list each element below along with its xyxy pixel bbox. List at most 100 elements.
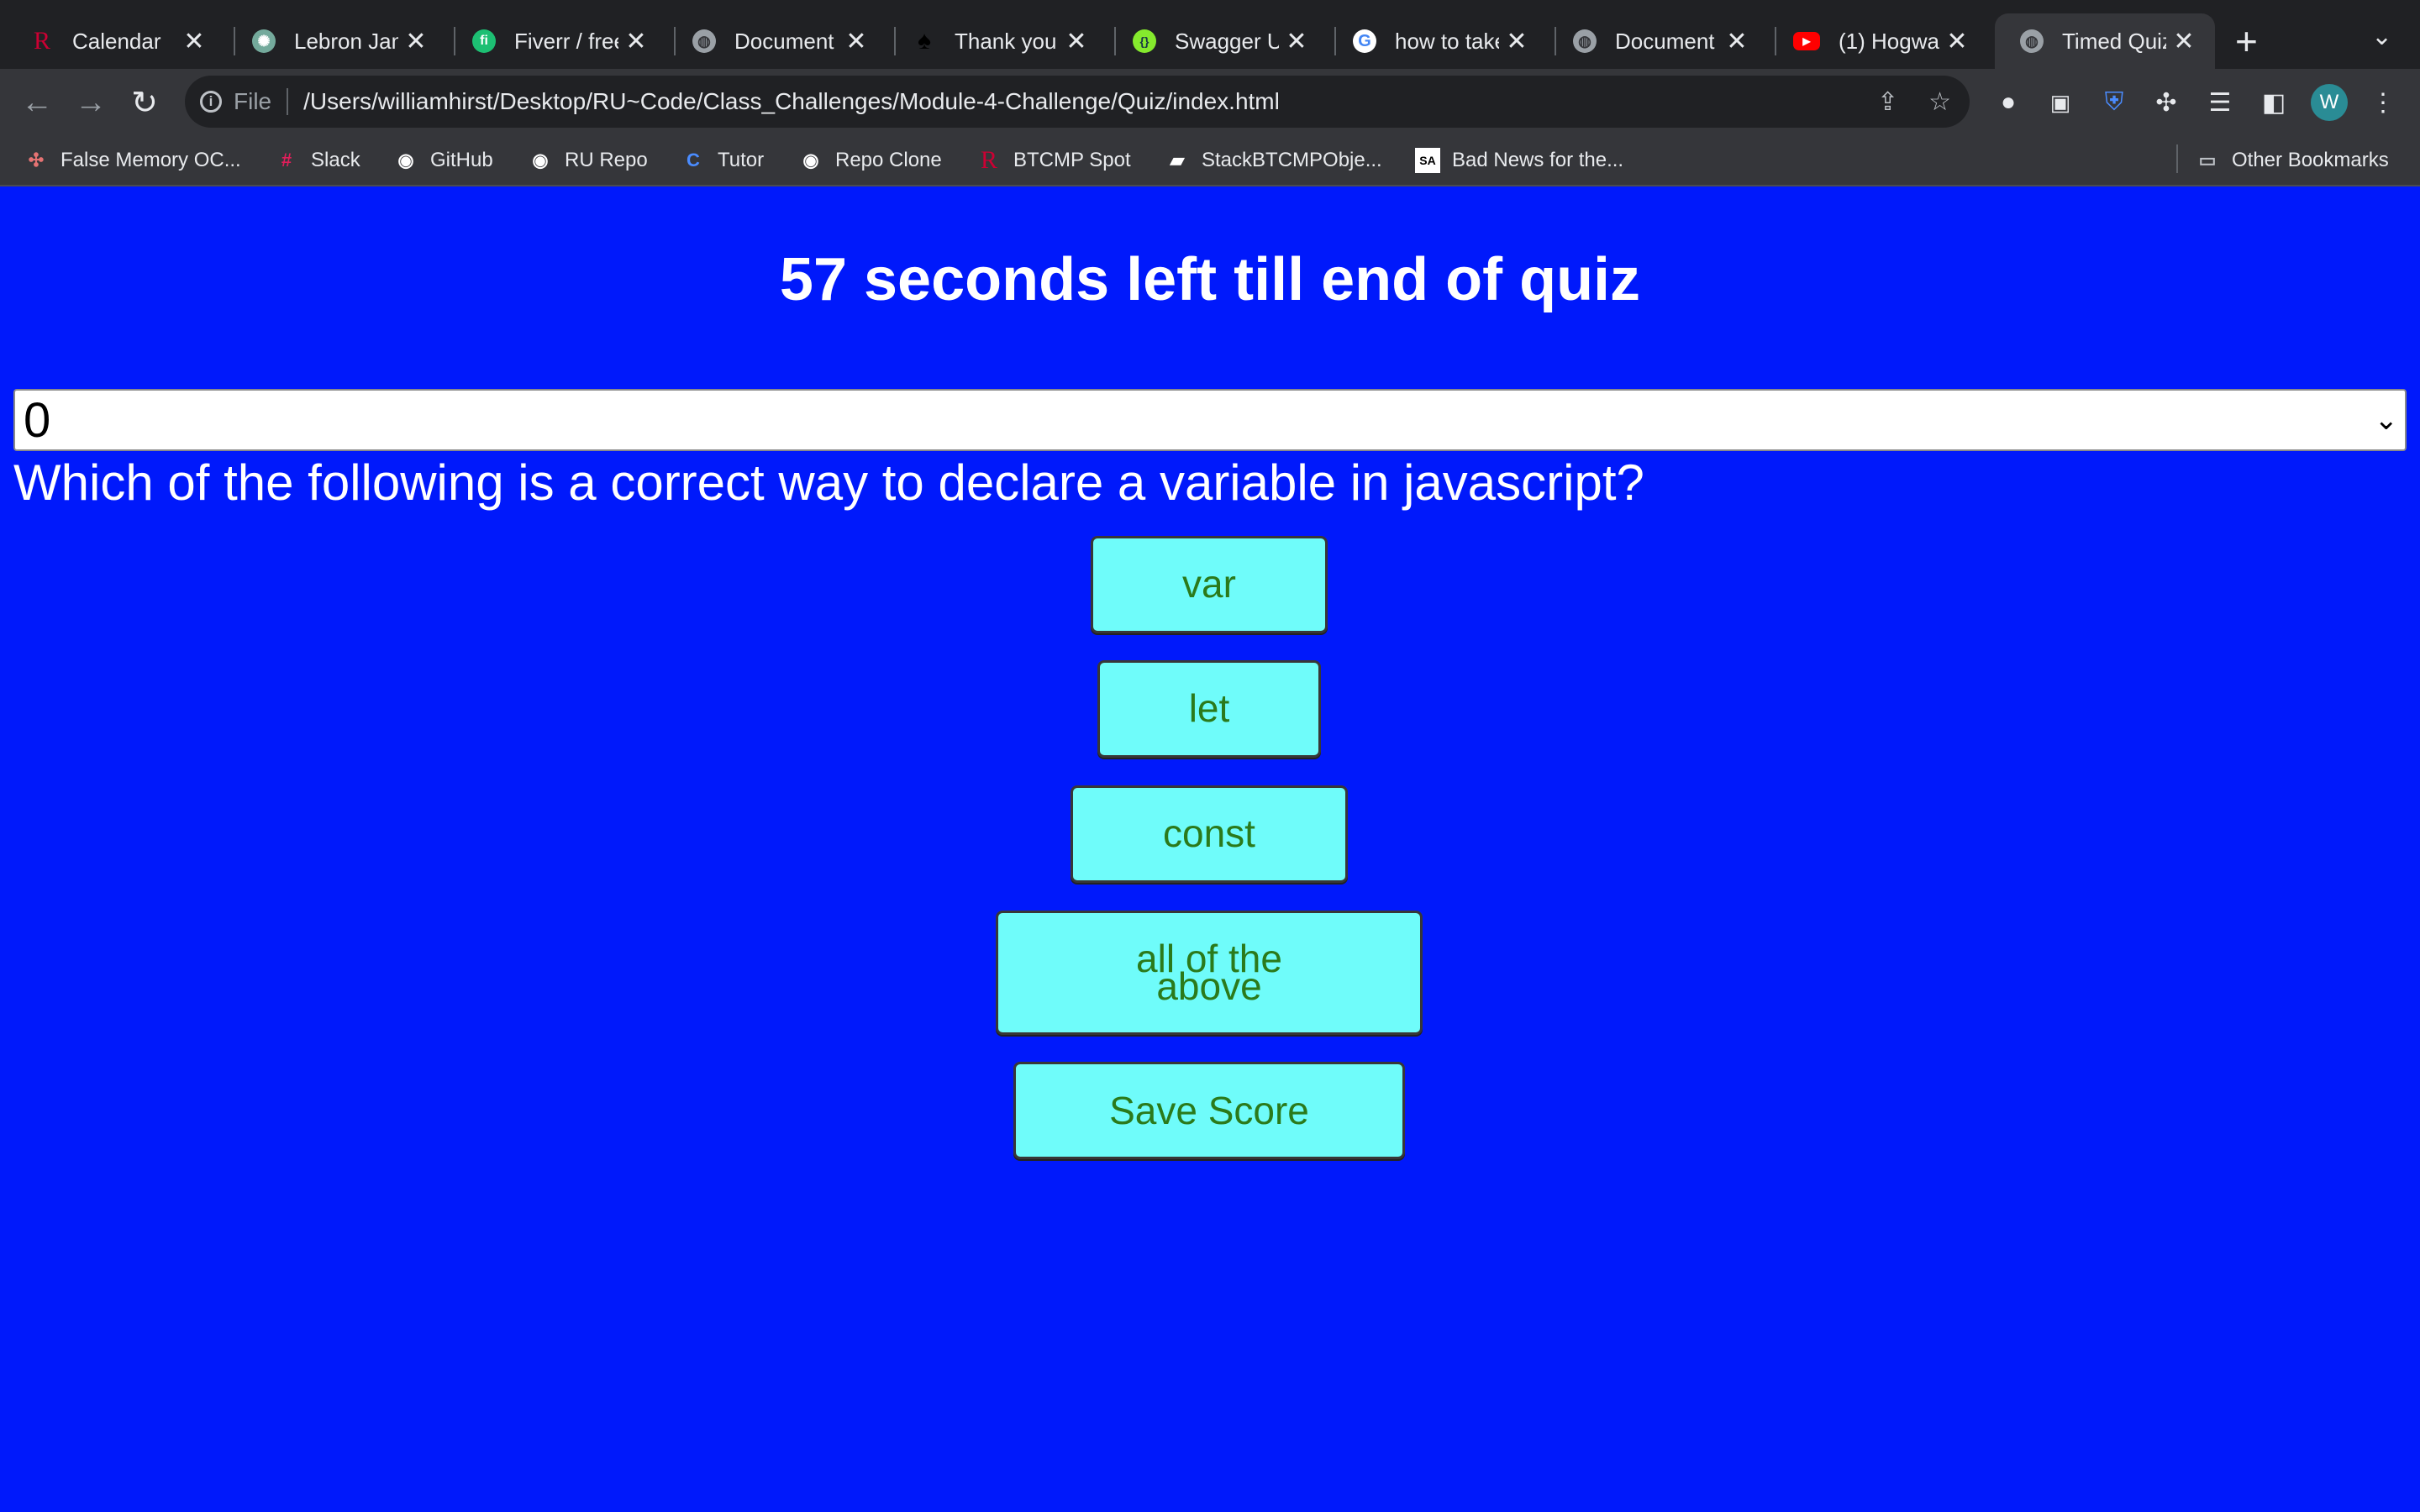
timer-heading: 57 seconds left till end of quiz (779, 246, 1641, 313)
bookmark-label: Tutor (718, 149, 765, 171)
bookmark-item[interactable]: SA Bad News for the... (1415, 144, 1623, 176)
rutgers-r-icon: R (980, 146, 997, 174)
chevron-down-icon[interactable]: ⌄ (2371, 22, 2392, 51)
close-icon[interactable]: ✕ (845, 27, 867, 56)
close-icon[interactable]: ✕ (183, 27, 205, 56)
globe-icon: ◍ (1573, 29, 1597, 53)
globe-icon: ◍ (692, 29, 716, 53)
browser-tab[interactable]: ♠ Thank you f ✕ (887, 13, 1107, 69)
bookmark-item[interactable]: # Slack (274, 144, 360, 176)
tab-title: Fiverr / free (514, 28, 618, 54)
tutor-icon: C (687, 150, 700, 171)
close-icon[interactable]: ✕ (625, 27, 647, 56)
bookmark-item[interactable]: R BTCMP Spot (976, 144, 1131, 176)
bookmark-label: Bad News for the... (1452, 149, 1624, 171)
side-panel-icon[interactable]: ◧ (2257, 86, 2291, 119)
close-icon[interactable]: ✕ (1726, 27, 1748, 56)
google-icon: G (1353, 29, 1376, 53)
tab-title: Swagger UI (1175, 28, 1279, 54)
browser-tab[interactable]: ✺ Lebron Jam ✕ (227, 13, 447, 69)
new-tab-button[interactable]: + (2235, 18, 2258, 64)
browser-toolbar: ← → ↻ i File /Users/williamhirst/Desktop… (0, 69, 2420, 134)
browser-tab[interactable]: ◍ Document ✕ (667, 13, 887, 69)
chatgpt-icon: ✺ (252, 29, 276, 53)
browser-tab-active[interactable]: ◍ Timed Quiz ✕ (1995, 13, 2215, 69)
bookmark-item[interactable]: ✣ False Memory OC... (24, 144, 241, 176)
puzzle-icon[interactable]: ✣ (2149, 86, 2183, 119)
bookmark-label: False Memory OC... (60, 149, 241, 171)
bitwarden-shield-icon[interactable]: ⛨ (2097, 86, 2131, 119)
extension-k-icon[interactable]: ▣ (2044, 86, 2077, 119)
tab-title: Document (1615, 28, 1715, 54)
bookmark-label: Other Bookmarks (2232, 149, 2389, 171)
close-icon[interactable]: ✕ (405, 27, 427, 56)
score-select[interactable]: 0 ⌄ (13, 389, 2407, 451)
book-icon: ▰ (1170, 150, 1185, 171)
bookmark-star-icon[interactable]: ☆ (1928, 87, 1951, 117)
browser-tab-strip: R Calendar ✕ ✺ Lebron Jam ✕ fi Fiverr / … (0, 0, 2420, 69)
mushroom-icon: ♠ (918, 27, 931, 55)
chevron-down-icon: ⌄ (2374, 404, 2399, 436)
reload-icon[interactable]: ↻ (126, 84, 163, 121)
question-text: Which of the following is a correct way … (13, 454, 1644, 511)
folder-icon: ▭ (2198, 150, 2217, 171)
browser-tab[interactable]: ◍ Document ✕ (1548, 13, 1768, 69)
divider (287, 88, 289, 115)
back-arrow-icon[interactable]: ← (18, 84, 55, 121)
media-control-icon[interactable]: ☰ (2203, 86, 2237, 119)
extension-chat-icon[interactable]: ● (1991, 86, 2025, 119)
bookmark-item[interactable]: ◉ GitHub (393, 144, 493, 176)
close-icon[interactable]: ✕ (1286, 27, 1307, 56)
share-icon[interactable]: ⇪ (1877, 87, 1898, 117)
browser-tab[interactable]: ▶ (1) Hogwart ✕ (1768, 13, 1988, 69)
bookmarks-divider (2176, 144, 2178, 173)
browser-tab[interactable]: {} Swagger UI ✕ (1107, 13, 1328, 69)
url-text[interactable]: /Users/williamhirst/Desktop/RU~Code/Clas… (303, 88, 1877, 115)
address-bar[interactable]: i File /Users/williamhirst/Desktop/RU~Co… (185, 76, 1970, 128)
answer-button-var[interactable]: var (1091, 536, 1328, 633)
rutgers-r-icon: R (33, 27, 50, 55)
answer-button-let[interactable]: let (1097, 660, 1321, 758)
scheme-chip: File (234, 88, 272, 114)
youtube-icon: ▶ (1793, 32, 1820, 50)
tab-title: Calendar (72, 28, 161, 54)
swagger-icon: {} (1133, 29, 1156, 53)
browser-tab[interactable]: G how to take ✕ (1328, 13, 1548, 69)
bookmark-item[interactable]: C Tutor (681, 144, 764, 176)
tab-title: Thank you f (955, 28, 1059, 54)
bookmarks-bar: ✣ False Memory OC... # Slack ◉ GitHub ◉ … (0, 134, 2420, 186)
tab-title: Lebron Jam (294, 28, 398, 54)
tab-title: how to take (1395, 28, 1499, 54)
fiverr-icon: fi (472, 29, 496, 53)
quiz-page: 57 seconds left till end of quiz 0 ⌄ Whi… (0, 186, 2420, 1512)
kebab-menu-icon[interactable]: ⋮ (2366, 86, 2400, 119)
bookmark-label: RU Repo (565, 149, 648, 171)
forward-arrow-icon[interactable]: → (72, 84, 109, 121)
globe-icon: ◍ (2020, 29, 2044, 53)
close-icon[interactable]: ✕ (1065, 27, 1087, 56)
avatar[interactable]: W (2311, 84, 2348, 121)
bookmark-label: BTCMP Spot (1013, 149, 1131, 171)
browser-tab[interactable]: fi Fiverr / free ✕ (447, 13, 667, 69)
bookmark-item[interactable]: ▰ StackBTCMPObje... (1165, 144, 1382, 176)
close-icon[interactable]: ✕ (1946, 27, 1968, 56)
bookmark-item[interactable]: ◉ Repo Clone (798, 144, 942, 176)
browser-tab[interactable]: R Calendar ✕ (5, 13, 225, 69)
github-icon: ◉ (802, 150, 819, 171)
bookmark-label: StackBTCMPObje... (1202, 149, 1382, 171)
close-icon[interactable]: ✕ (1506, 27, 1528, 56)
save-score-button[interactable]: Save Score (1013, 1062, 1405, 1159)
close-icon[interactable]: ✕ (2173, 27, 2195, 56)
info-icon[interactable]: i (200, 91, 222, 113)
answer-button-all-of-the-above[interactable]: all of the above (996, 911, 1423, 1035)
tab-title: Document (734, 28, 834, 54)
bookmark-label: Slack (311, 149, 360, 171)
bookmark-item[interactable]: ◉ RU Repo (528, 144, 648, 176)
other-bookmarks-folder[interactable]: ▭ Other Bookmarks (2195, 144, 2389, 176)
score-value: 0 (24, 392, 51, 448)
bookmark-label: GitHub (430, 149, 493, 171)
tab-title: Timed Quiz (2062, 28, 2166, 54)
slack-icon: # (281, 150, 292, 171)
answer-button-const[interactable]: const (1071, 785, 1348, 883)
bookmark-label: Repo Clone (835, 149, 942, 171)
